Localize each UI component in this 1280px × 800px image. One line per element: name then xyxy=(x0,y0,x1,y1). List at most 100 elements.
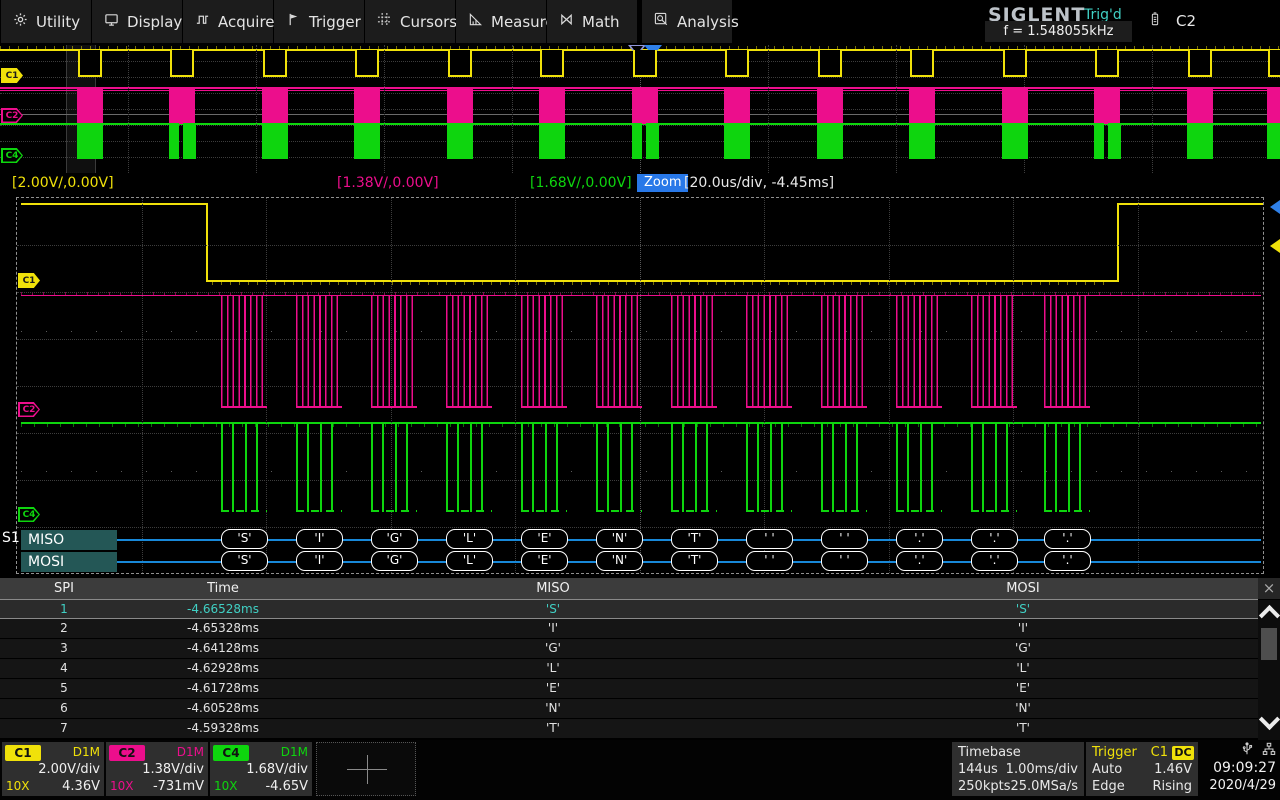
timebase-points: 250kpts xyxy=(958,779,1010,794)
table-row[interactable]: 3-4.64128ms'G''G' xyxy=(0,639,1258,659)
clock-burst xyxy=(296,296,342,408)
data-burst xyxy=(1002,123,1028,159)
c4-channel-marker[interactable]: C4 xyxy=(1,148,23,163)
menu-item-label: Utility xyxy=(36,13,80,31)
c1-offset: 4.36V xyxy=(62,779,100,794)
clock-burst xyxy=(447,87,473,124)
table-cell: 5 xyxy=(0,679,128,698)
c1-channel-marker[interactable]: C1 xyxy=(1,68,23,83)
data-burst xyxy=(632,123,642,159)
data-burst xyxy=(77,123,103,159)
decode-bubble: 'L' xyxy=(446,529,493,549)
table-cell: 'T' xyxy=(318,719,788,738)
table-row[interactable]: 6-4.60528ms'N''N' xyxy=(0,699,1258,719)
table-row[interactable]: 2-4.65328ms'I''I' xyxy=(0,619,1258,639)
trigger-box[interactable]: Trigger C1 DC Auto 1.46V Edge Rising xyxy=(1086,742,1198,796)
data-burst xyxy=(1267,123,1280,159)
decode-bubble: 'N' xyxy=(596,551,643,571)
decode-bubble: 'G' xyxy=(371,551,418,571)
menu-item-utility[interactable]: Utility xyxy=(1,0,91,43)
clock-burst xyxy=(632,87,658,124)
c2-probe: 10X xyxy=(110,779,134,793)
table-cell: -4.59328ms xyxy=(128,719,318,738)
scroll-down-icon[interactable] xyxy=(1259,709,1280,730)
timebase-box[interactable]: Timebase 144us 1.00ms/div 250kpts 25.0MS… xyxy=(952,742,1084,796)
cursors-icon xyxy=(377,12,392,31)
c4-probe: 10X xyxy=(214,779,238,793)
clock-burst xyxy=(817,87,843,124)
table-row[interactable]: 7-4.59328ms'T''T' xyxy=(0,719,1258,739)
c2-scale: 1.38V/div xyxy=(142,762,204,777)
menu-item-math[interactable]: Math xyxy=(547,0,637,43)
scroll-up-icon[interactable] xyxy=(1259,605,1280,626)
data-burst xyxy=(596,422,642,512)
cs-high-left xyxy=(21,203,208,205)
table-cell: -4.61728ms xyxy=(128,679,318,698)
clock-area: 09:09:27 2020/4/29 xyxy=(1200,742,1278,796)
channel-box-c2[interactable]: C2 D1M 1.38V/div 10X -731mV xyxy=(106,742,208,796)
c1-trigger-level-marker-zoom[interactable] xyxy=(1270,239,1280,253)
table-cell: -4.62928ms xyxy=(128,659,318,678)
table-row[interactable]: 1-4.66528ms'S''S' xyxy=(0,599,1258,619)
decode-bubble: '.' xyxy=(971,529,1018,549)
timebase-scale: 1.00ms/div xyxy=(1006,762,1078,777)
data-burst xyxy=(896,422,942,512)
data-burst xyxy=(821,422,867,512)
cs-low-pulse xyxy=(355,50,379,77)
menu-item-cursors[interactable]: Cursors xyxy=(365,0,455,43)
decode-bubble: ' ' xyxy=(821,551,868,571)
table-cell: 'E' xyxy=(788,679,1258,698)
menu-item-trigger[interactable]: Trigger xyxy=(274,0,364,43)
table-cell: -4.65328ms xyxy=(128,619,318,638)
table-row[interactable]: 4-4.62928ms'L''L' xyxy=(0,659,1258,679)
c2-channel-marker[interactable]: C2 xyxy=(1,108,23,123)
clock-burst xyxy=(896,296,942,408)
table-scrollbar[interactable] xyxy=(1258,600,1280,740)
menu-item-display[interactable]: Display xyxy=(92,0,182,43)
decode-bubble: 'T' xyxy=(671,529,718,549)
cs-low-pulse xyxy=(725,50,749,77)
cs-low-pulse xyxy=(540,50,564,77)
decode-bubble: '.' xyxy=(1044,529,1091,549)
trigger-mode: Auto xyxy=(1092,762,1122,777)
scrollbar-thumb[interactable] xyxy=(1261,628,1277,660)
menu-item-label: Display xyxy=(127,13,182,31)
decode-bubble: 'S' xyxy=(221,529,268,549)
zoom-badge[interactable]: Zoom xyxy=(637,174,688,192)
menu-item-analysis[interactable]: Analysis xyxy=(642,0,732,43)
grid-line xyxy=(17,292,1263,293)
channel-box-c1[interactable]: C1 D1M 2.00V/div 10X 4.36V xyxy=(2,742,104,796)
clock-burst xyxy=(671,296,717,408)
c2-channel-marker[interactable]: C2 xyxy=(18,402,40,417)
menu-item-measure[interactable]: Measure xyxy=(456,0,546,43)
c1-channel-marker[interactable]: C1 xyxy=(18,273,40,288)
data-burst xyxy=(447,123,473,159)
table-cell: 'N' xyxy=(318,699,788,718)
cs-low-pulse xyxy=(1188,50,1212,77)
clock-burst xyxy=(1094,87,1120,124)
cs-low-pulse xyxy=(78,50,102,77)
clock-burst xyxy=(221,296,267,408)
decode-bubble: 'T' xyxy=(671,551,718,571)
table-cell: 'N' xyxy=(788,699,1258,718)
analysis-icon xyxy=(654,12,669,31)
timebase-delay: 144us xyxy=(958,762,998,777)
channel-box-c4[interactable]: C4 D1M 1.68V/div 10X -4.65V xyxy=(210,742,312,796)
c4-channel-marker[interactable]: C4 xyxy=(18,507,40,522)
grid-line xyxy=(0,77,1280,78)
add-channel-button[interactable] xyxy=(316,742,416,796)
close-icon[interactable]: × xyxy=(1258,578,1280,599)
cs-low-pulse xyxy=(1095,50,1119,77)
clock-burst xyxy=(262,87,288,124)
clock-burst xyxy=(821,296,867,408)
active-channel-indicator[interactable]: C2 xyxy=(1176,12,1196,30)
zoom-position-marker[interactable] xyxy=(1270,200,1280,214)
timebase-title: Timebase xyxy=(958,745,1021,760)
table-cell: -4.60528ms xyxy=(128,699,318,718)
decode-bubble: 'I' xyxy=(296,529,343,549)
status-bar: C1 D1M 2.00V/div 10X 4.36V C2 D1M 1.38V/… xyxy=(0,740,1280,800)
table-cell: 1 xyxy=(0,600,128,618)
menu-item-acquire[interactable]: Acquire xyxy=(183,0,273,43)
table-cell: 'S' xyxy=(788,600,1258,618)
table-row[interactable]: 5-4.61728ms'E''E' xyxy=(0,679,1258,699)
